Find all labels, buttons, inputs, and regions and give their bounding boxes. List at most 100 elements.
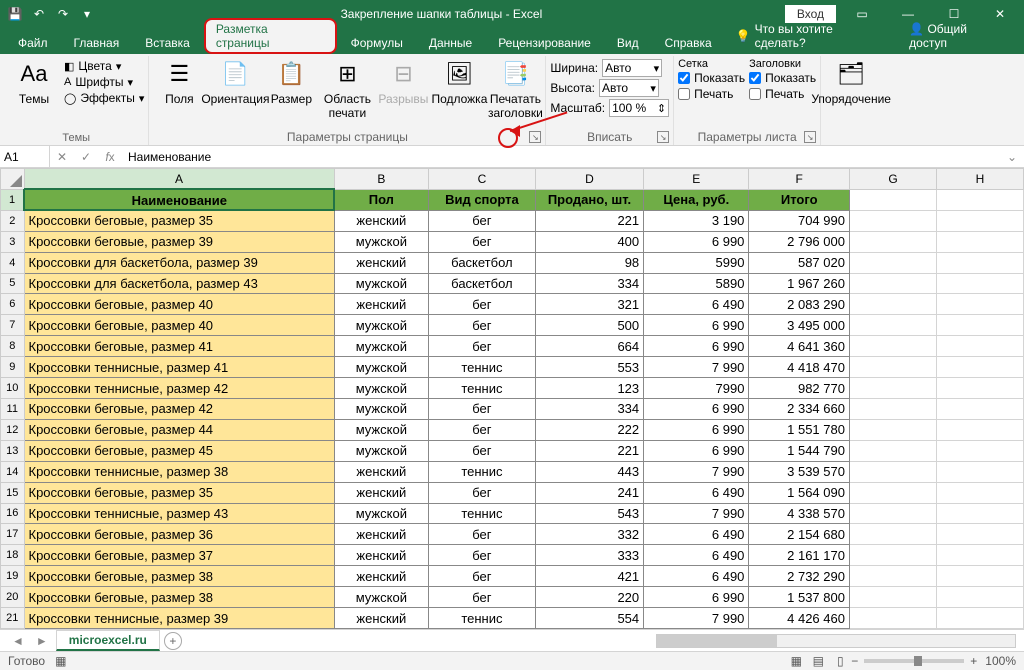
cell-header[interactable]: Вид спорта — [429, 189, 536, 210]
cell-sold[interactable]: 220 — [535, 587, 643, 608]
cell-name[interactable]: Кроссовки беговые, размер 35 — [24, 210, 334, 231]
row-header-6[interactable]: 6 — [1, 294, 25, 315]
row-header-4[interactable]: 4 — [1, 252, 25, 273]
cell-price[interactable]: 5990 — [644, 252, 749, 273]
tab-page-layout[interactable]: Разметка страницы — [204, 18, 337, 54]
cell-total[interactable]: 587 020 — [749, 252, 850, 273]
col-header-E[interactable]: E — [644, 169, 749, 190]
cell-price[interactable]: 6 490 — [644, 482, 749, 503]
print-area-button[interactable]: ⊞Область печати — [321, 58, 373, 120]
tab-help[interactable]: Справка — [653, 32, 724, 54]
cell-sold[interactable]: 400 — [535, 231, 643, 252]
row-header-11[interactable]: 11 — [1, 398, 25, 419]
cell-gender[interactable]: мужской — [334, 398, 428, 419]
breaks-button[interactable]: ⊟Разрывы — [377, 58, 429, 106]
tab-home[interactable]: Главная — [62, 32, 132, 54]
cell-sport[interactable]: бег — [429, 231, 536, 252]
gridlines-print-checkbox[interactable]: Печать — [678, 86, 745, 102]
orientation-button[interactable]: 📄Ориентация — [209, 58, 261, 106]
undo-icon[interactable]: ↶ — [28, 3, 50, 25]
scale-spinner[interactable]: 100 %⇕ — [609, 99, 669, 117]
cell-total[interactable]: 1 544 790 — [749, 440, 850, 461]
zoom-out-button[interactable]: − — [851, 654, 858, 668]
row-header-18[interactable]: 18 — [1, 545, 25, 566]
cell-price[interactable]: 7 990 — [644, 357, 749, 378]
cell-sold[interactable]: 334 — [535, 273, 643, 294]
row-header-19[interactable]: 19 — [1, 566, 25, 587]
cell-sport[interactable]: бег — [429, 524, 536, 545]
cell-name[interactable]: Кроссовки беговые, размер 37 — [24, 545, 334, 566]
tab-insert[interactable]: Вставка — [133, 32, 202, 54]
cell-gender[interactable]: мужской — [334, 378, 428, 399]
qat-customize-icon[interactable]: ▾ — [76, 3, 98, 25]
scale-launcher[interactable]: ↘ — [657, 131, 669, 143]
cell-price[interactable]: 5890 — [644, 273, 749, 294]
cell-sold[interactable]: 553 — [535, 357, 643, 378]
cell-gender[interactable]: мужской — [334, 419, 428, 440]
cell-sport[interactable]: теннис — [429, 357, 536, 378]
cell-total[interactable]: 2 334 660 — [749, 398, 850, 419]
effects-button[interactable]: ◯ Эффекты ▾ — [64, 90, 144, 106]
cell-gender[interactable]: мужской — [334, 587, 428, 608]
cell-sold[interactable]: 332 — [535, 524, 643, 545]
cell-price[interactable]: 7990 — [644, 378, 749, 399]
cell-sport[interactable]: бег — [429, 210, 536, 231]
tab-view[interactable]: Вид — [605, 32, 651, 54]
cell-name[interactable]: Кроссовки беговые, размер 42 — [24, 398, 334, 419]
cell-name[interactable]: Кроссовки беговые, размер 38 — [24, 566, 334, 587]
zoom-in-button[interactable]: + — [970, 654, 977, 668]
print-titles-button[interactable]: 📑Печатать заголовки — [489, 58, 541, 120]
cell-gender[interactable]: женский — [334, 210, 428, 231]
cell-gender[interactable]: женский — [334, 461, 428, 482]
cell-total[interactable]: 4 418 470 — [749, 357, 850, 378]
cell-sold[interactable]: 554 — [535, 608, 643, 629]
height-dropdown[interactable]: Авто▾ — [599, 79, 659, 97]
cell-gender[interactable]: мужской — [334, 357, 428, 378]
cell-gender[interactable]: женский — [334, 545, 428, 566]
cell-sold[interactable]: 500 — [535, 315, 643, 336]
cell-price[interactable]: 6 990 — [644, 398, 749, 419]
cell-total[interactable]: 4 641 360 — [749, 336, 850, 357]
cell-sold[interactable]: 543 — [535, 503, 643, 524]
cell-sport[interactable]: теннис — [429, 378, 536, 399]
cell-sold[interactable]: 123 — [535, 378, 643, 399]
cell-name[interactable]: Кроссовки беговые, размер 35 — [24, 482, 334, 503]
col-header-B[interactable]: B — [334, 169, 428, 190]
cell-sold[interactable]: 221 — [535, 440, 643, 461]
fx-icon[interactable]: fx — [98, 150, 122, 164]
cell-name[interactable]: Кроссовки теннисные, размер 41 — [24, 357, 334, 378]
cell-total[interactable]: 2 732 290 — [749, 566, 850, 587]
view-normal-icon[interactable]: ▦ — [785, 654, 807, 668]
cell-total[interactable]: 1 551 780 — [749, 419, 850, 440]
save-icon[interactable]: 💾 — [4, 3, 26, 25]
sheet-nav-next[interactable]: ► — [32, 634, 52, 648]
row-header-14[interactable]: 14 — [1, 461, 25, 482]
cell-gender[interactable]: женский — [334, 482, 428, 503]
tab-data[interactable]: Данные — [417, 32, 484, 54]
cell-sold[interactable]: 321 — [535, 294, 643, 315]
cell-price[interactable]: 6 490 — [644, 545, 749, 566]
sheet-nav-prev[interactable]: ◄ — [8, 634, 28, 648]
tab-review[interactable]: Рецензирование — [486, 32, 603, 54]
col-header-A[interactable]: A — [24, 169, 334, 190]
row-header-2[interactable]: 2 — [1, 210, 25, 231]
tell-me-search[interactable]: 💡 Что вы хотите сделать? — [726, 18, 898, 54]
col-header-G[interactable]: G — [849, 169, 936, 190]
cell-gender[interactable]: мужской — [334, 315, 428, 336]
cell-price[interactable]: 3 190 — [644, 210, 749, 231]
cell-sold[interactable]: 443 — [535, 461, 643, 482]
cell-name[interactable]: Кроссовки беговые, размер 40 — [24, 315, 334, 336]
cell-gender[interactable]: женский — [334, 252, 428, 273]
themes-button[interactable]: AaТемы — [8, 58, 60, 106]
cell-header[interactable]: Цена, руб. — [644, 189, 749, 210]
row-header-8[interactable]: 8 — [1, 336, 25, 357]
cell-total[interactable]: 704 990 — [749, 210, 850, 231]
cell-total[interactable]: 1 564 090 — [749, 482, 850, 503]
page-setup-launcher[interactable]: ↘ — [529, 131, 541, 143]
cell-price[interactable]: 6 490 — [644, 524, 749, 545]
cell-sport[interactable]: бег — [429, 419, 536, 440]
col-header-D[interactable]: D — [535, 169, 643, 190]
cell-name[interactable]: Кроссовки теннисные, размер 43 — [24, 503, 334, 524]
row-header-10[interactable]: 10 — [1, 378, 25, 399]
row-header-13[interactable]: 13 — [1, 440, 25, 461]
